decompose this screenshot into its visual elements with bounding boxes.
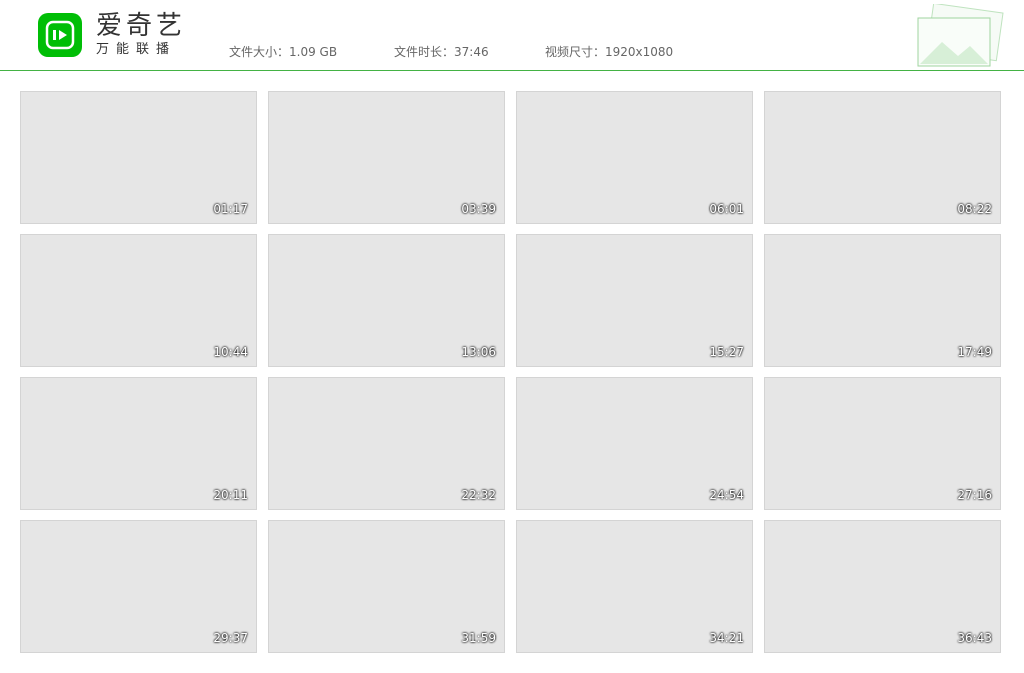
thumbnail-timestamp: 08:22 <box>957 202 992 216</box>
thumbnail[interactable]: 22:32 <box>268 377 505 510</box>
thumbnail[interactable]: 15:27 <box>516 234 753 367</box>
brand: 爱奇艺 万能联播 <box>96 11 186 59</box>
header: 爱奇艺 万能联播 文件大小：1.09 GB 文件时长：37:46 视频尺寸：19… <box>0 0 1024 71</box>
thumbnail[interactable]: 10:44 <box>20 234 257 367</box>
thumbnail-timestamp: 20:11 <box>213 488 248 502</box>
iqiyi-logo-icon <box>38 13 82 57</box>
thumbnail[interactable]: 27:16 <box>764 377 1001 510</box>
video-resolution: 视频尺寸：1920x1080 <box>545 45 674 59</box>
thumbnail-timestamp: 34:21 <box>709 631 744 645</box>
thumbnail[interactable]: 03:39 <box>268 91 505 224</box>
thumbnail[interactable]: 06:01 <box>516 91 753 224</box>
thumbnail-timestamp: 27:16 <box>957 488 992 502</box>
thumbnail-timestamp: 15:27 <box>709 345 744 359</box>
thumbnail[interactable]: 34:21 <box>516 520 753 653</box>
thumbnail-timestamp: 10:44 <box>213 345 248 359</box>
thumbnail-timestamp: 17:49 <box>957 345 992 359</box>
thumbnail-timestamp: 01:17 <box>213 202 248 216</box>
thumbnail-timestamp: 22:32 <box>461 488 496 502</box>
thumbnail-grid: 01:17 03:39 06:01 08:22 10:44 13:06 15:27 17:49… <box>20 91 1001 653</box>
thumbnail-timestamp: 06:01 <box>709 202 744 216</box>
thumbnail-timestamp: 31:59 <box>461 631 496 645</box>
thumbnail[interactable]: 29:37 <box>20 520 257 653</box>
thumbnail[interactable]: 01:17 <box>20 91 257 224</box>
thumbnail-timestamp: 36:43 <box>957 631 992 645</box>
thumbnail[interactable]: 17:49 <box>764 234 1001 367</box>
thumbnail[interactable]: 24:54 <box>516 377 753 510</box>
thumbnail[interactable]: 31:59 <box>268 520 505 653</box>
thumbnail-timestamp: 03:39 <box>461 202 496 216</box>
thumbnail-timestamp: 29:37 <box>213 631 248 645</box>
thumbnail[interactable]: 36:43 <box>764 520 1001 653</box>
thumbnail-timestamp: 13:06 <box>461 345 496 359</box>
file-duration: 文件时长：37:46 <box>394 45 489 59</box>
brand-title: 爱奇艺 <box>96 11 187 41</box>
thumbnail[interactable]: 08:22 <box>764 91 1001 224</box>
thumbnail-timestamp: 24:54 <box>709 488 744 502</box>
brand-subtitle: 万能联播 <box>96 42 177 57</box>
thumbnail[interactable]: 13:06 <box>268 234 505 367</box>
file-size: 文件大小：1.09 GB <box>229 45 338 59</box>
picture-stack-icon <box>917 4 1004 67</box>
thumbnail[interactable]: 20:11 <box>20 377 257 510</box>
